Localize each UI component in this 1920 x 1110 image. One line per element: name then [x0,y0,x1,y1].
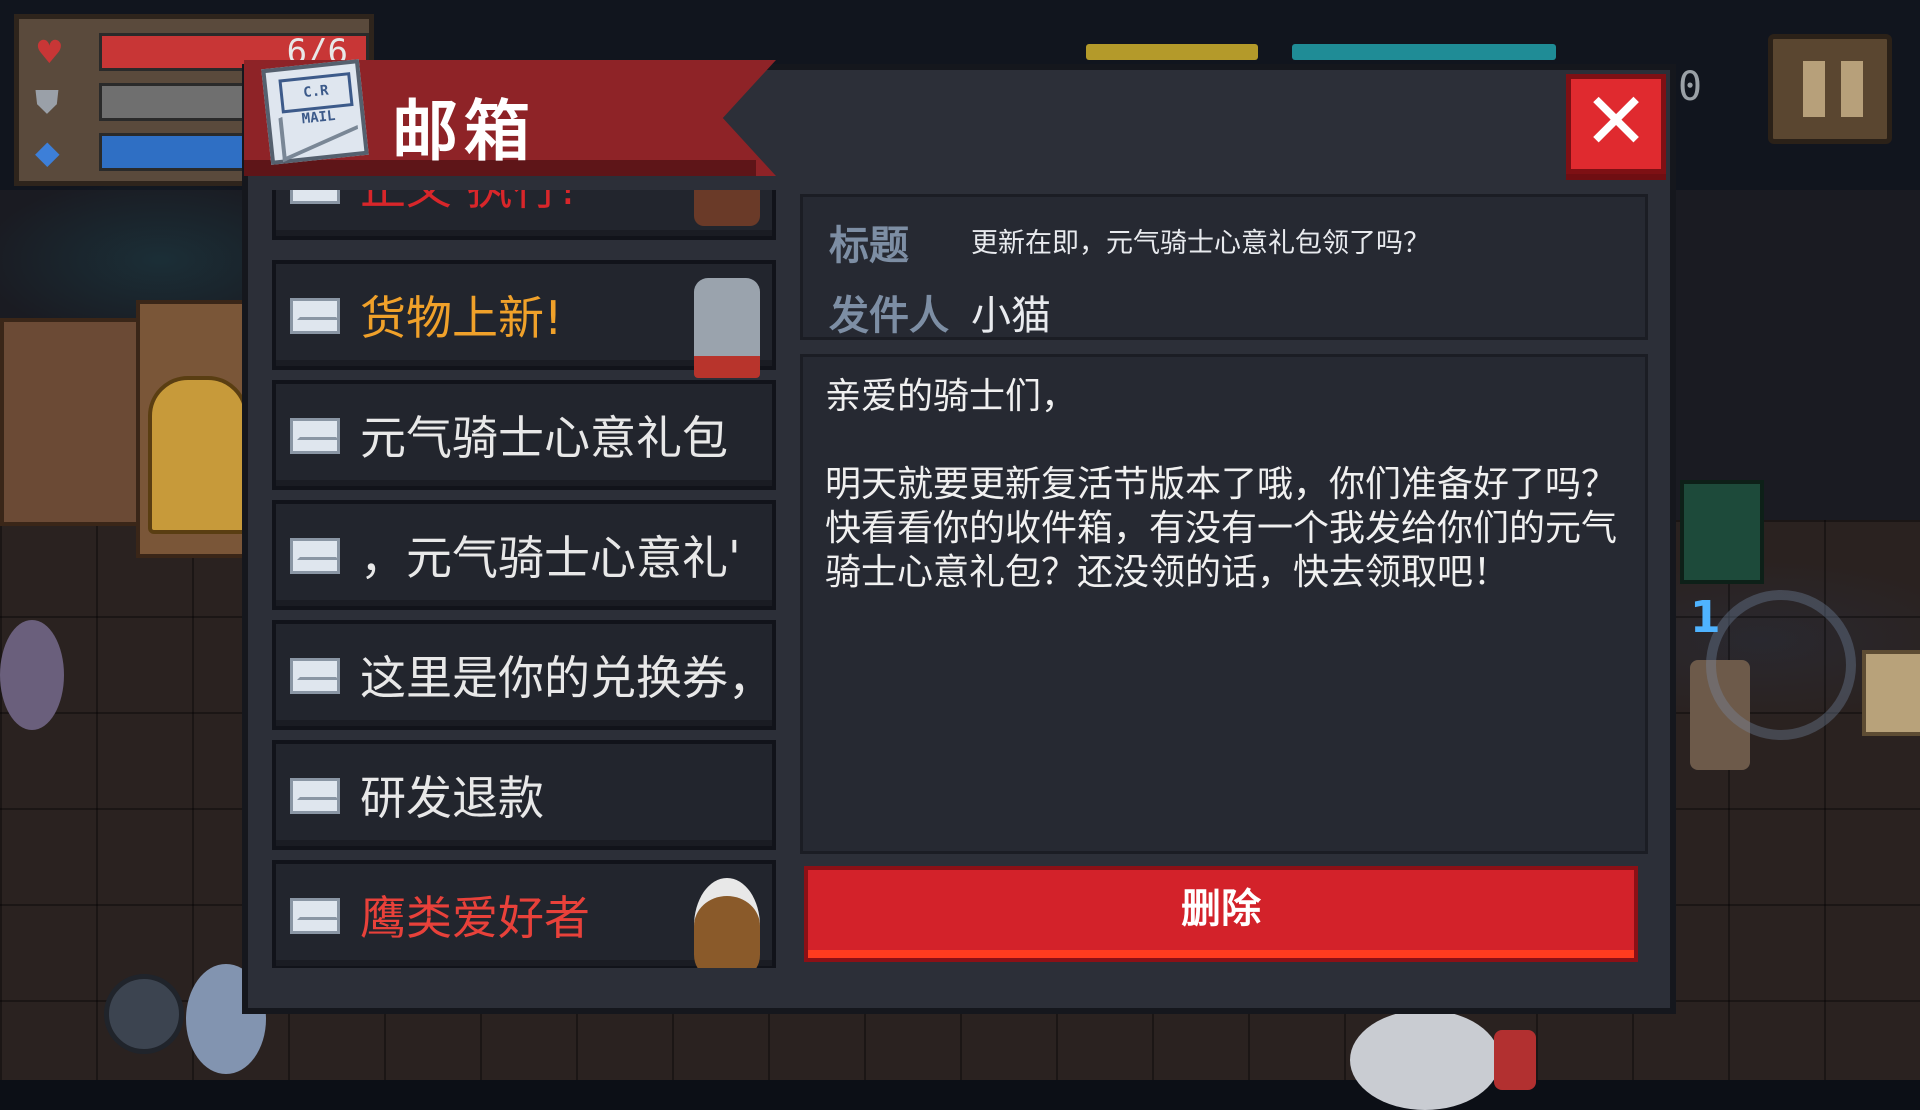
envelope-icon [290,658,340,694]
mailbox-title: 邮箱 [392,93,536,170]
envelope-icon [290,778,340,814]
mail-item-label: 这里是你的兑换券， [360,651,760,705]
envelope-icon [290,898,340,934]
pharaoh-statue [148,376,248,534]
terminal-screen [1680,480,1764,584]
mail-item[interactable]: 货物上新! [272,260,776,378]
skill-charge-count: 1 [1690,592,1721,643]
subject-text: 更新在即，元气骑士心意礼包领了吗？ [971,228,1430,259]
close-icon: ✕ [1583,77,1649,167]
mail-detail-header: 标题 更新在即，元气骑士心意礼包领了吗？ 发件人 小猫 [800,194,1648,340]
envelope-icon [290,298,340,334]
mail-list[interactable]: 正义 执行! 货物上新! 元气骑士心意礼包 ，元气骑士心意礼' 这里是你的兑换券… [272,190,778,968]
merchant-pic [694,278,760,378]
mail-item[interactable]: 正义 执行! [272,190,776,240]
delete-button[interactable]: 删除 [804,866,1638,962]
mail-item[interactable]: ，元气骑士心意礼' [272,500,776,610]
envelope-icon [290,418,340,454]
pause-icon [1803,61,1825,117]
pause-button[interactable] [1768,34,1892,144]
mail-item[interactable]: 元气骑士心意礼包 [272,380,776,490]
skill-button[interactable] [1706,590,1856,740]
mail-item[interactable]: 这里是你的兑换券， [272,620,776,730]
envelope-icon [290,538,340,574]
buff-bar-teal [1292,44,1556,60]
subject-label: 标题 [829,223,909,269]
statue-bust [1350,1010,1500,1110]
mail-item[interactable]: 研发退款 [272,740,776,850]
heart-icon: ♥ [35,33,64,71]
pause-icon-bar [1841,61,1863,117]
barrel [104,974,184,1054]
buff-bar-yellow [1086,44,1258,60]
close-button[interactable]: ✕ [1566,74,1666,174]
envelope-icon [290,190,340,204]
shield-icon: ⛊ [35,83,60,121]
mail-item-label: 研发退款 [360,771,544,825]
character-pic [694,190,760,226]
side-table [1862,650,1920,736]
mail-envelope-icon: C.R MAIL [261,59,369,165]
mail-item[interactable]: 鹰类爱好者 [272,860,776,968]
player-pet [0,620,64,730]
coin-count: 0 [1678,64,1703,110]
eagle-pic [694,878,760,968]
hieroglyph-wall-panel [0,318,140,526]
sender-label: 发件人 [829,293,949,339]
mail-item-label: ，元气骑士心意礼' [360,531,741,585]
potion [1494,1030,1536,1090]
energy-crystal-icon: ◆ [35,133,60,171]
mail-body-panel: 亲爱的骑士们， 明天就要更新复活节版本了哦，你们准备好了吗？ 快看看你的收件箱，… [800,354,1648,854]
sender-text: 小猫 [971,293,1051,339]
mail-body-text: 亲爱的骑士们， 明天就要更新复活节版本了哦，你们准备好了吗？ 快看看你的收件箱，… [825,376,1618,593]
mail-item-label: 元气骑士心意礼包 [360,411,728,465]
